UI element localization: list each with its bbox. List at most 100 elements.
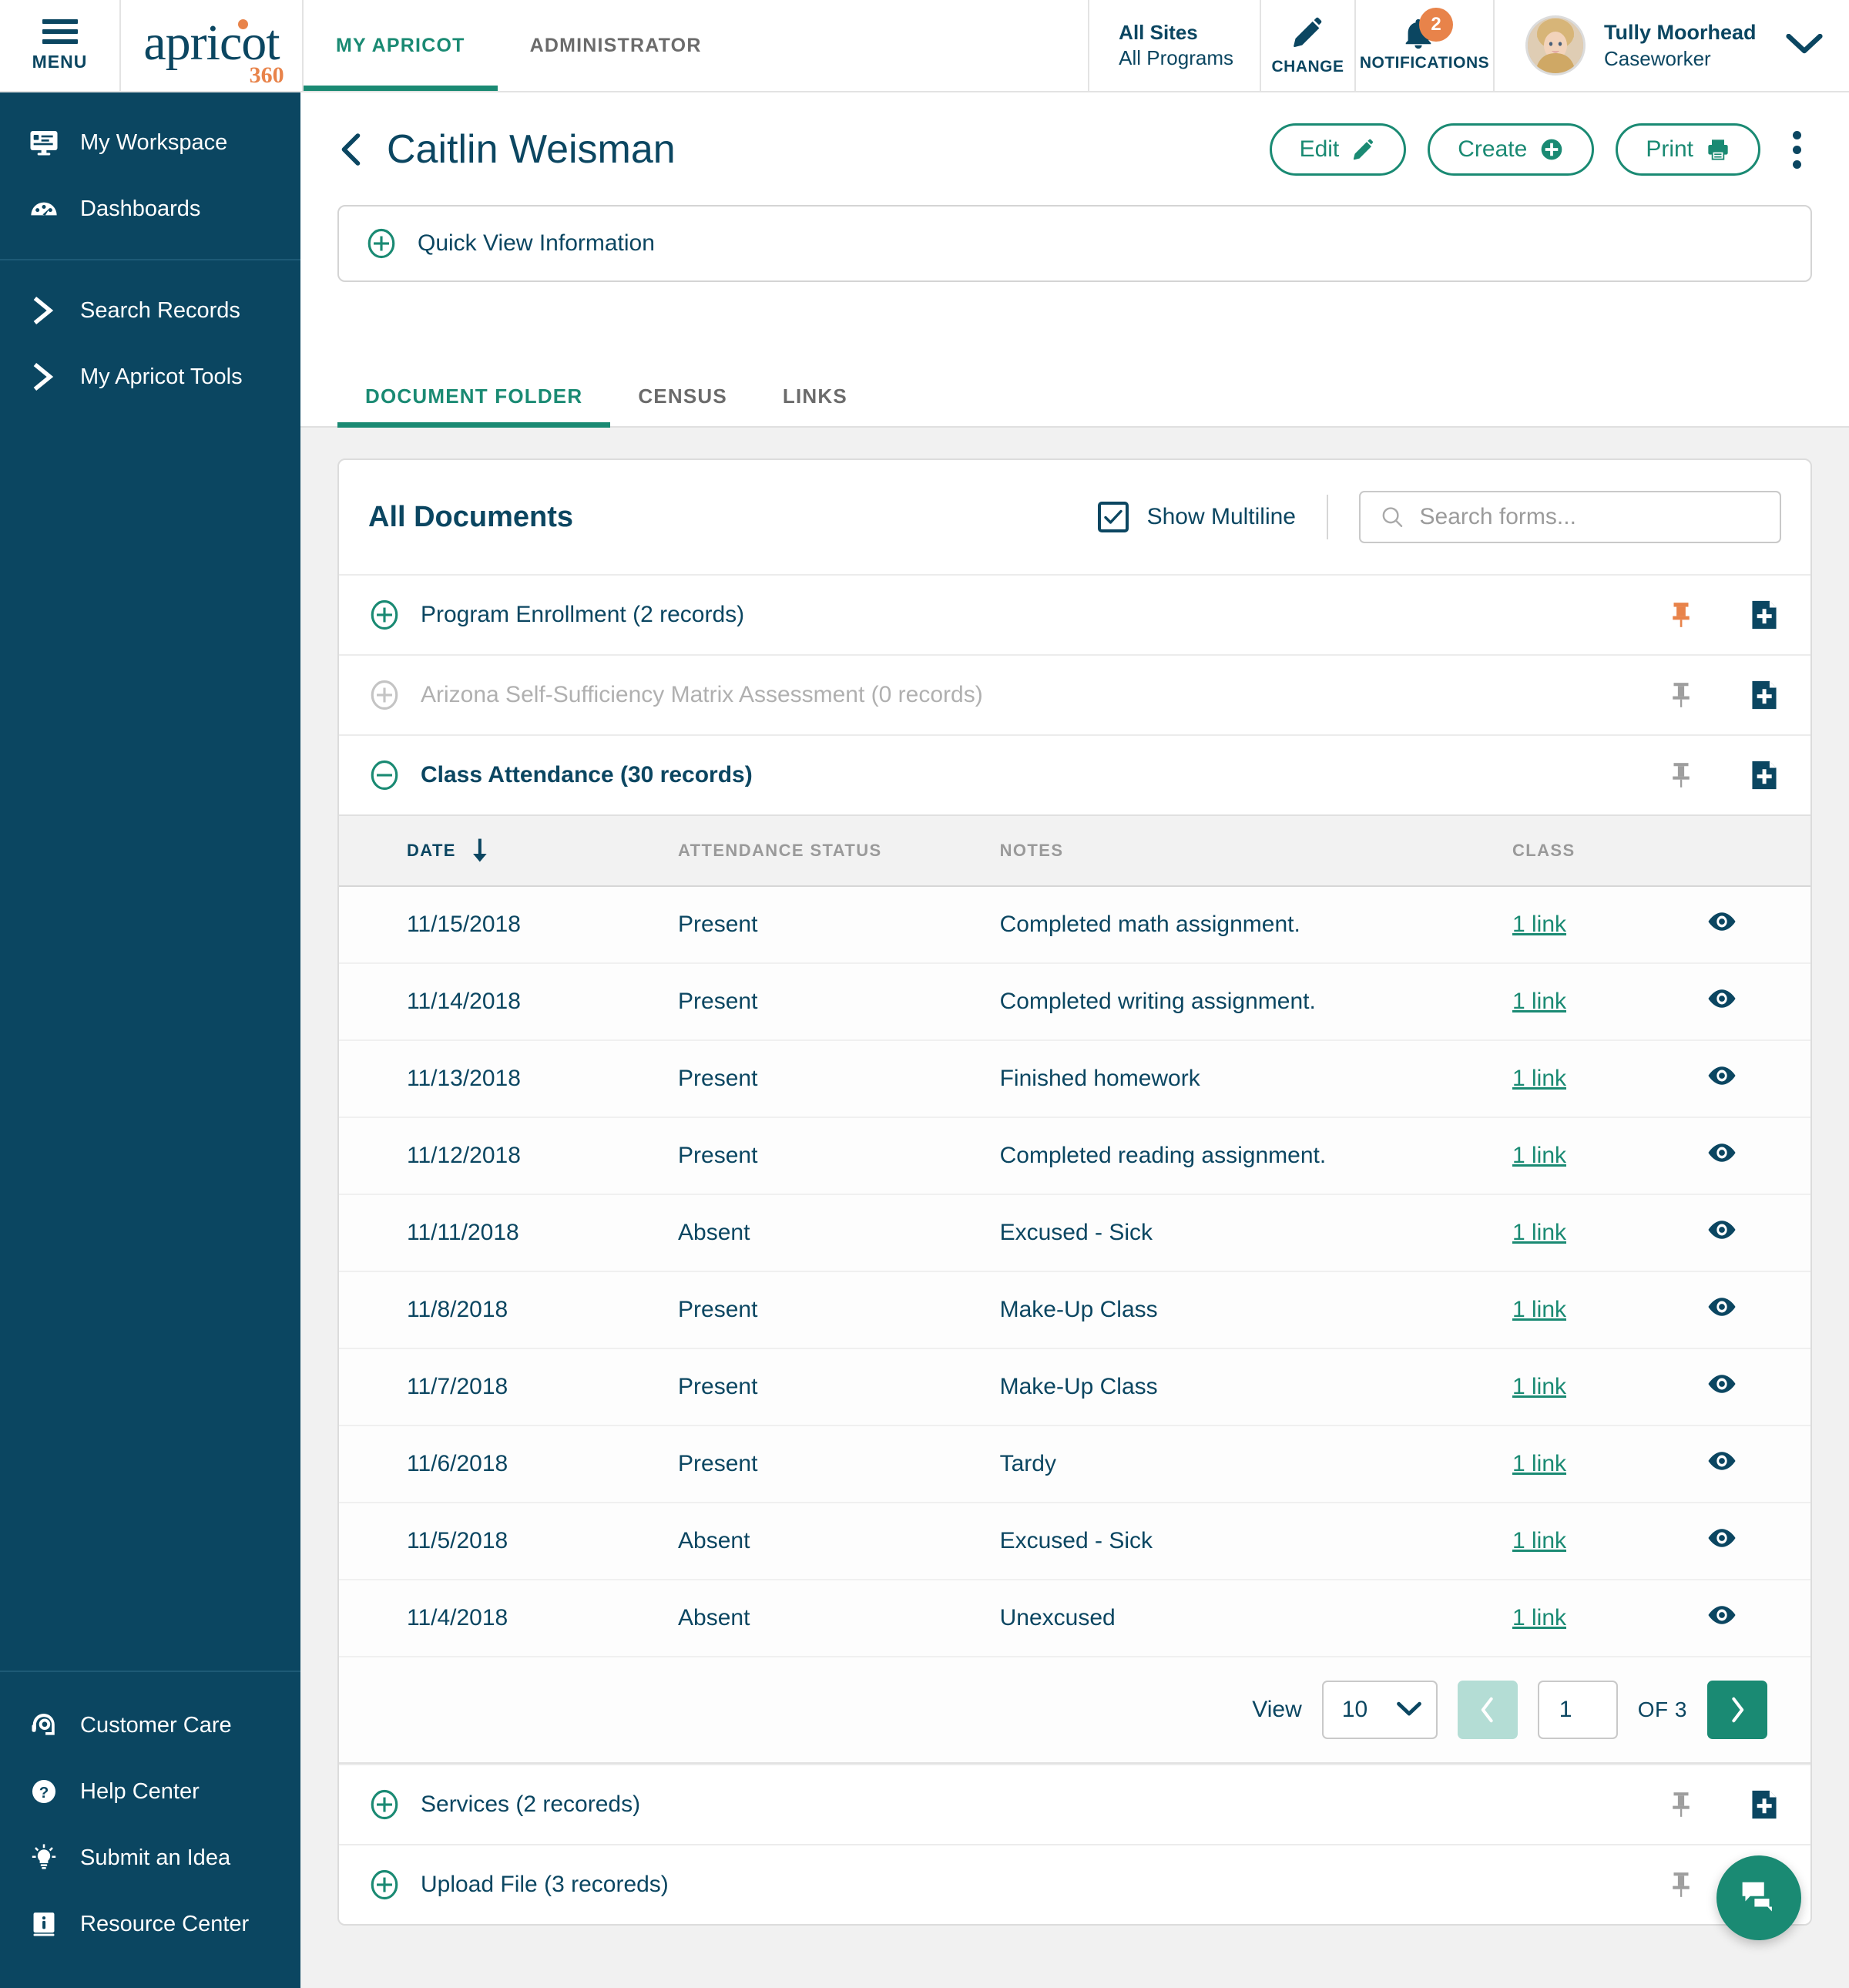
view-record-button[interactable] [1706, 1143, 1737, 1163]
view-record-button[interactable] [1706, 1528, 1737, 1548]
class-link[interactable]: 1 link [1512, 989, 1566, 1014]
add-document-icon[interactable] [1747, 599, 1781, 631]
pin-icon[interactable] [1664, 1790, 1698, 1819]
previous-page-button[interactable] [1457, 1681, 1518, 1739]
show-multiline-toggle[interactable]: Show Multiline [1097, 502, 1296, 532]
tab-document-folder[interactable]: DOCUMENT FOLDER [337, 366, 611, 428]
eye-icon [1708, 1452, 1736, 1470]
column-header-actions [1706, 814, 1810, 887]
print-button[interactable]: Print [1616, 123, 1760, 176]
cell-view-action [1706, 1426, 1810, 1503]
folder-row-services[interactable]: Services (2 recoreds) [339, 1764, 1810, 1844]
tab-census[interactable]: CENSUS [610, 366, 755, 426]
cell-date: 11/4/2018 [339, 1580, 679, 1657]
plus-circle-outline-icon[interactable] [368, 599, 401, 631]
column-header-date[interactable]: DATE [339, 814, 679, 887]
sidebar-item-my-apricot-tools[interactable]: My Apricot Tools [0, 344, 300, 410]
sidebar-item-label: Submit an Idea [80, 1845, 231, 1870]
plus-circle-outline-icon[interactable] [368, 1788, 401, 1821]
class-link[interactable]: 1 link [1512, 1374, 1566, 1399]
apricot-logo[interactable]: apricot 360 [121, 0, 304, 91]
column-header-class[interactable]: CLASS [1512, 814, 1706, 887]
create-button[interactable]: Create [1428, 123, 1595, 176]
folder-row-program-enrollment[interactable]: Program Enrollment (2 records) [339, 574, 1810, 654]
cell-notes: Completed writing assignment. [999, 963, 1512, 1041]
table-row[interactable]: 11/12/2018 Present Completed reading assig… [339, 1117, 1810, 1195]
folder-row-arizona-self-sufficiency-matrix-assessment[interactable]: Arizona Self-Sufficiency Matrix Assessme… [339, 654, 1810, 734]
cell-class: 1 link [1512, 1117, 1706, 1195]
add-document-icon[interactable] [1747, 1788, 1781, 1821]
view-record-button[interactable] [1706, 912, 1737, 932]
cell-view-action [1706, 1040, 1810, 1118]
search-forms-input[interactable] [1419, 504, 1760, 530]
page-size-select[interactable]: 10 [1321, 1681, 1438, 1739]
notifications-button[interactable]: 2 NOTIFICATIONS [1356, 0, 1495, 91]
folder-row-upload-file[interactable]: Upload File (3 recoreds) [339, 1844, 1810, 1924]
table-row[interactable]: 11/8/2018 Present Make-Up Class 1 link [339, 1271, 1810, 1349]
more-vertical-icon [1793, 130, 1801, 139]
more-options-button[interactable] [1782, 125, 1812, 175]
tab-administrator[interactable]: ADMINISTRATOR [498, 0, 734, 91]
table-row[interactable]: 11/6/2018 Present Tardy 1 link [339, 1426, 1810, 1503]
pin-icon[interactable] [1664, 600, 1698, 630]
class-link[interactable]: 1 link [1512, 1143, 1566, 1168]
view-record-button[interactable] [1706, 1374, 1737, 1394]
view-record-button[interactable] [1706, 1066, 1737, 1086]
view-record-button[interactable] [1706, 1605, 1737, 1625]
pin-icon[interactable] [1664, 680, 1698, 710]
class-link[interactable]: 1 link [1512, 1528, 1566, 1553]
class-attendance-table: DATE ATTENDANCE STATUS NOTES CLASS 11/15… [339, 814, 1810, 1657]
table-row[interactable]: 11/11/2018 Absent Excused - Sick 1 link [339, 1194, 1810, 1272]
view-record-button[interactable] [1706, 989, 1737, 1009]
user-menu[interactable]: Tully Moorhead Caseworker [1495, 0, 1849, 91]
minus-circle-outline-icon[interactable] [368, 759, 401, 791]
class-link[interactable]: 1 link [1512, 1297, 1566, 1322]
cell-class: 1 link [1512, 1580, 1706, 1657]
table-row[interactable]: 11/13/2018 Present Finished homework 1 link [339, 1040, 1810, 1118]
change-site-button[interactable]: CHANGE [1260, 0, 1356, 91]
class-link[interactable]: 1 link [1512, 1220, 1566, 1245]
add-document-icon[interactable] [1747, 759, 1781, 791]
sidebar-item-help-center[interactable]: ? Help Center [0, 1758, 300, 1825]
sidebar-item-my-workspace[interactable]: My Workspace [0, 109, 300, 176]
table-row[interactable]: 11/5/2018 Absent Excused - Sick 1 link [339, 1503, 1810, 1580]
chat-support-button[interactable] [1716, 1855, 1801, 1940]
pin-icon[interactable] [1664, 761, 1698, 790]
class-link[interactable]: 1 link [1512, 1605, 1566, 1630]
view-record-button[interactable] [1706, 1297, 1737, 1317]
pin-icon[interactable] [1664, 1870, 1698, 1899]
sidebar-item-resource-center[interactable]: Resource Center [0, 1891, 300, 1957]
edit-button[interactable]: Edit [1269, 123, 1407, 176]
column-header-notes[interactable]: NOTES [999, 814, 1512, 887]
cell-class: 1 link [1512, 1040, 1706, 1118]
menu-button[interactable]: MENU [0, 0, 121, 91]
folder-row-class-attendance[interactable]: Class Attendance (30 records) [339, 734, 1810, 814]
sidebar-item-search-records[interactable]: Search Records [0, 277, 300, 344]
next-page-button[interactable] [1707, 1681, 1767, 1739]
class-link[interactable]: 1 link [1512, 1066, 1566, 1091]
sidebar-item-customer-care[interactable]: Customer Care [0, 1692, 300, 1758]
table-row[interactable]: 11/7/2018 Present Make-Up Class 1 link [339, 1348, 1810, 1426]
back-button[interactable] [337, 132, 364, 167]
tab-links[interactable]: LINKS [755, 366, 875, 426]
add-document-icon[interactable] [1747, 679, 1781, 711]
table-row[interactable]: 11/4/2018 Absent Unexcused 1 link [339, 1580, 1810, 1657]
table-row[interactable]: 11/14/2018 Present Completed writing assig… [339, 963, 1810, 1041]
view-record-button[interactable] [1706, 1220, 1737, 1240]
quick-view-information-panel[interactable]: Quick View Information [337, 205, 1812, 282]
class-link[interactable]: 1 link [1512, 1451, 1566, 1476]
plus-circle-outline-icon[interactable] [368, 1869, 401, 1901]
column-header-attendance-status[interactable]: ATTENDANCE STATUS [678, 814, 1000, 887]
chevron-down-icon[interactable] [1786, 34, 1823, 57]
cell-notes: Finished homework [999, 1040, 1512, 1118]
site-program-selector[interactable]: All Sites All Programs [1089, 0, 1260, 91]
class-link[interactable]: 1 link [1512, 912, 1566, 937]
search-forms-box[interactable] [1359, 491, 1781, 543]
sidebar-item-dashboards[interactable]: Dashboards [0, 176, 300, 242]
sidebar-item-submit-an-idea[interactable]: Submit an Idea [0, 1825, 300, 1891]
show-multiline-checkbox[interactable] [1097, 502, 1129, 532]
tab-my-apricot[interactable]: MY APRICOT [304, 0, 498, 91]
view-record-button[interactable] [1706, 1451, 1737, 1471]
table-row[interactable]: 11/15/2018 Present Completed math assignme… [339, 886, 1810, 964]
page-number-input[interactable]: 1 [1537, 1681, 1618, 1739]
